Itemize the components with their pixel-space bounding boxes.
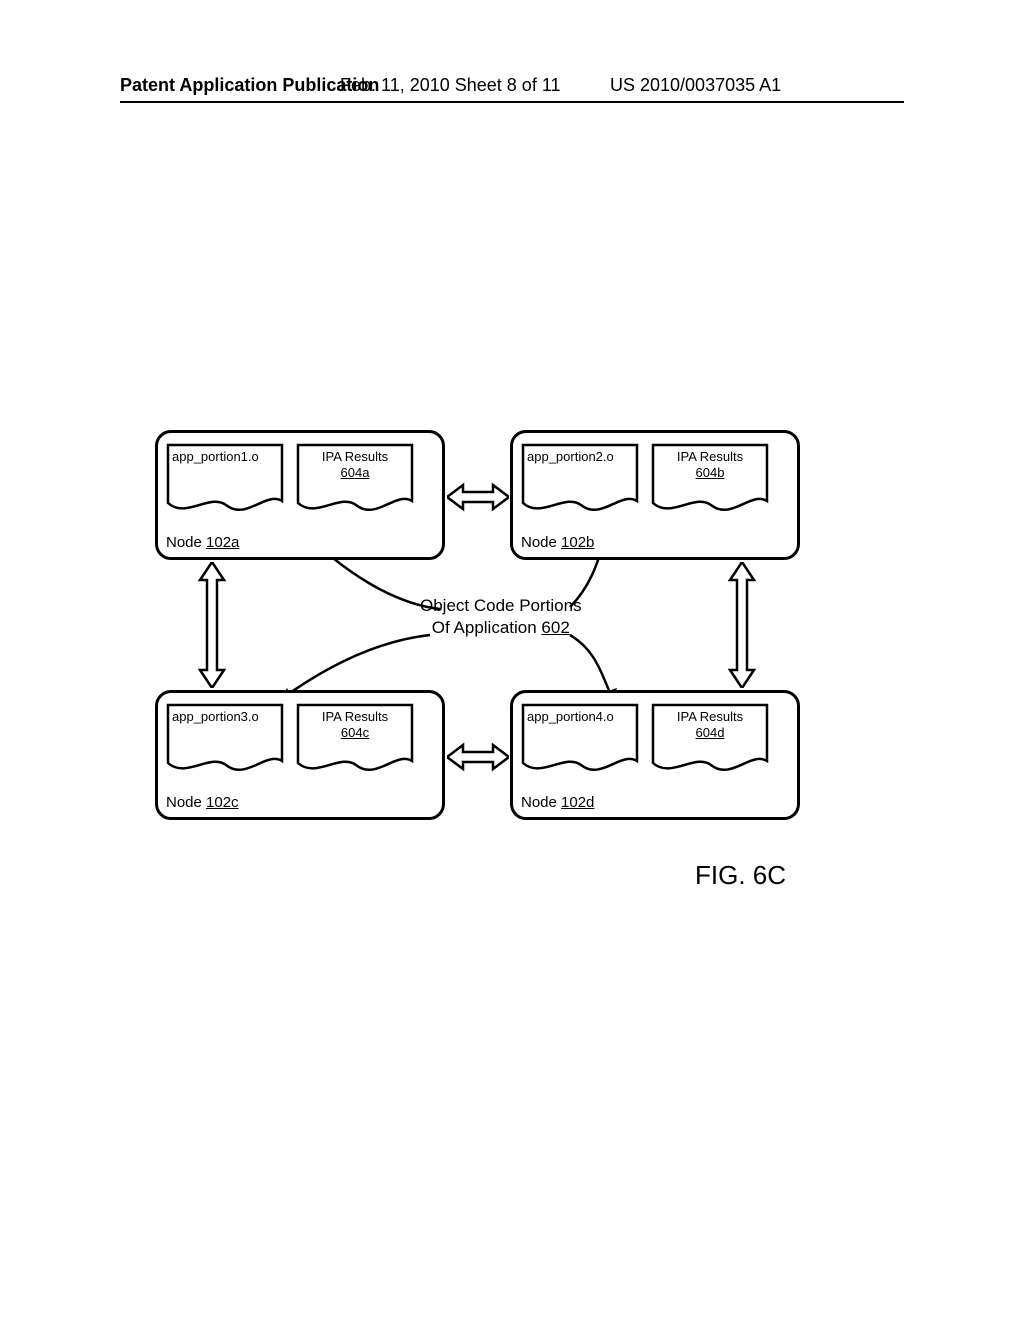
doc-ipa-604a: IPA Results 604a <box>296 443 414 521</box>
doc-ipa-604a-text: IPA Results 604a <box>302 449 408 482</box>
ipa-ref-b: 604b <box>696 465 725 480</box>
doc-app-portion2: app_portion2.o <box>521 443 639 521</box>
node-d-prefix: Node <box>521 794 561 811</box>
doc-app-portion1-text: app_portion1.o <box>172 449 278 465</box>
doc-ipa-604b: IPA Results 604b <box>651 443 769 521</box>
doc-ipa-604c-text: IPA Results 604c <box>302 709 408 742</box>
figure-diagram: Object Code Portions Of Application 602 … <box>155 430 835 850</box>
doc-app-portion4: app_portion4.o <box>521 703 639 781</box>
node-a-prefix: Node <box>166 534 206 551</box>
ipa-label-a: IPA Results <box>322 449 388 464</box>
node-102a: app_portion1.o IPA Results 604a Node 102… <box>155 430 445 560</box>
doc-app-portion2-text: app_portion2.o <box>527 449 633 465</box>
ipa-label-b: IPA Results <box>677 449 743 464</box>
node-102d-label: Node 102d <box>521 794 594 811</box>
doc-ipa-604c: IPA Results 604c <box>296 703 414 781</box>
doc-app-portion4-text: app_portion4.o <box>527 709 633 725</box>
ipa-label-d: IPA Results <box>677 709 743 724</box>
ipa-ref-d: 604d <box>696 725 725 740</box>
node-102b-label: Node 102b <box>521 534 594 551</box>
doc-app-portion3-text: app_portion3.o <box>172 709 278 725</box>
page-header: Patent Application Publication Feb. 11, … <box>0 75 1024 115</box>
figure-number: FIG. 6C <box>695 860 786 891</box>
doc-ipa-604b-text: IPA Results 604b <box>657 449 763 482</box>
arrow-bd <box>727 562 757 688</box>
center-line2-ref: 602 <box>541 618 569 637</box>
node-102a-label: Node 102a <box>166 534 239 551</box>
doc-ipa-604d: IPA Results 604d <box>651 703 769 781</box>
doc-ipa-604d-text: IPA Results 604d <box>657 709 763 742</box>
arrow-cd <box>447 742 509 772</box>
header-rule <box>120 101 904 103</box>
node-102c-label: Node 102c <box>166 794 239 811</box>
arrow-ac <box>197 562 227 688</box>
center-line2-prefix: Of Application <box>432 618 542 637</box>
header-mid: Feb. 11, 2010 Sheet 8 of 11 <box>340 75 561 96</box>
doc-app-portion1: app_portion1.o <box>166 443 284 521</box>
node-d-ref: 102d <box>561 794 594 811</box>
node-b-prefix: Node <box>521 534 561 551</box>
node-102b: app_portion2.o IPA Results 604b Node 102… <box>510 430 800 560</box>
node-c-ref: 102c <box>206 794 239 811</box>
ipa-ref-c: 604c <box>341 725 369 740</box>
header-right: US 2010/0037035 A1 <box>610 75 781 96</box>
node-b-ref: 102b <box>561 534 594 551</box>
node-102c: app_portion3.o IPA Results 604c Node 102… <box>155 690 445 820</box>
node-102d: app_portion4.o IPA Results 604d Node 102… <box>510 690 800 820</box>
ipa-ref-a: 604a <box>341 465 370 480</box>
arrow-ab <box>447 482 509 512</box>
doc-app-portion3: app_portion3.o <box>166 703 284 781</box>
node-c-prefix: Node <box>166 794 206 811</box>
patent-page: Patent Application Publication Feb. 11, … <box>0 0 1024 1320</box>
center-caption: Object Code Portions Of Application 602 <box>420 595 582 639</box>
ipa-label-c: IPA Results <box>322 709 388 724</box>
node-a-ref: 102a <box>206 534 239 551</box>
center-line1: Object Code Portions <box>420 596 582 615</box>
